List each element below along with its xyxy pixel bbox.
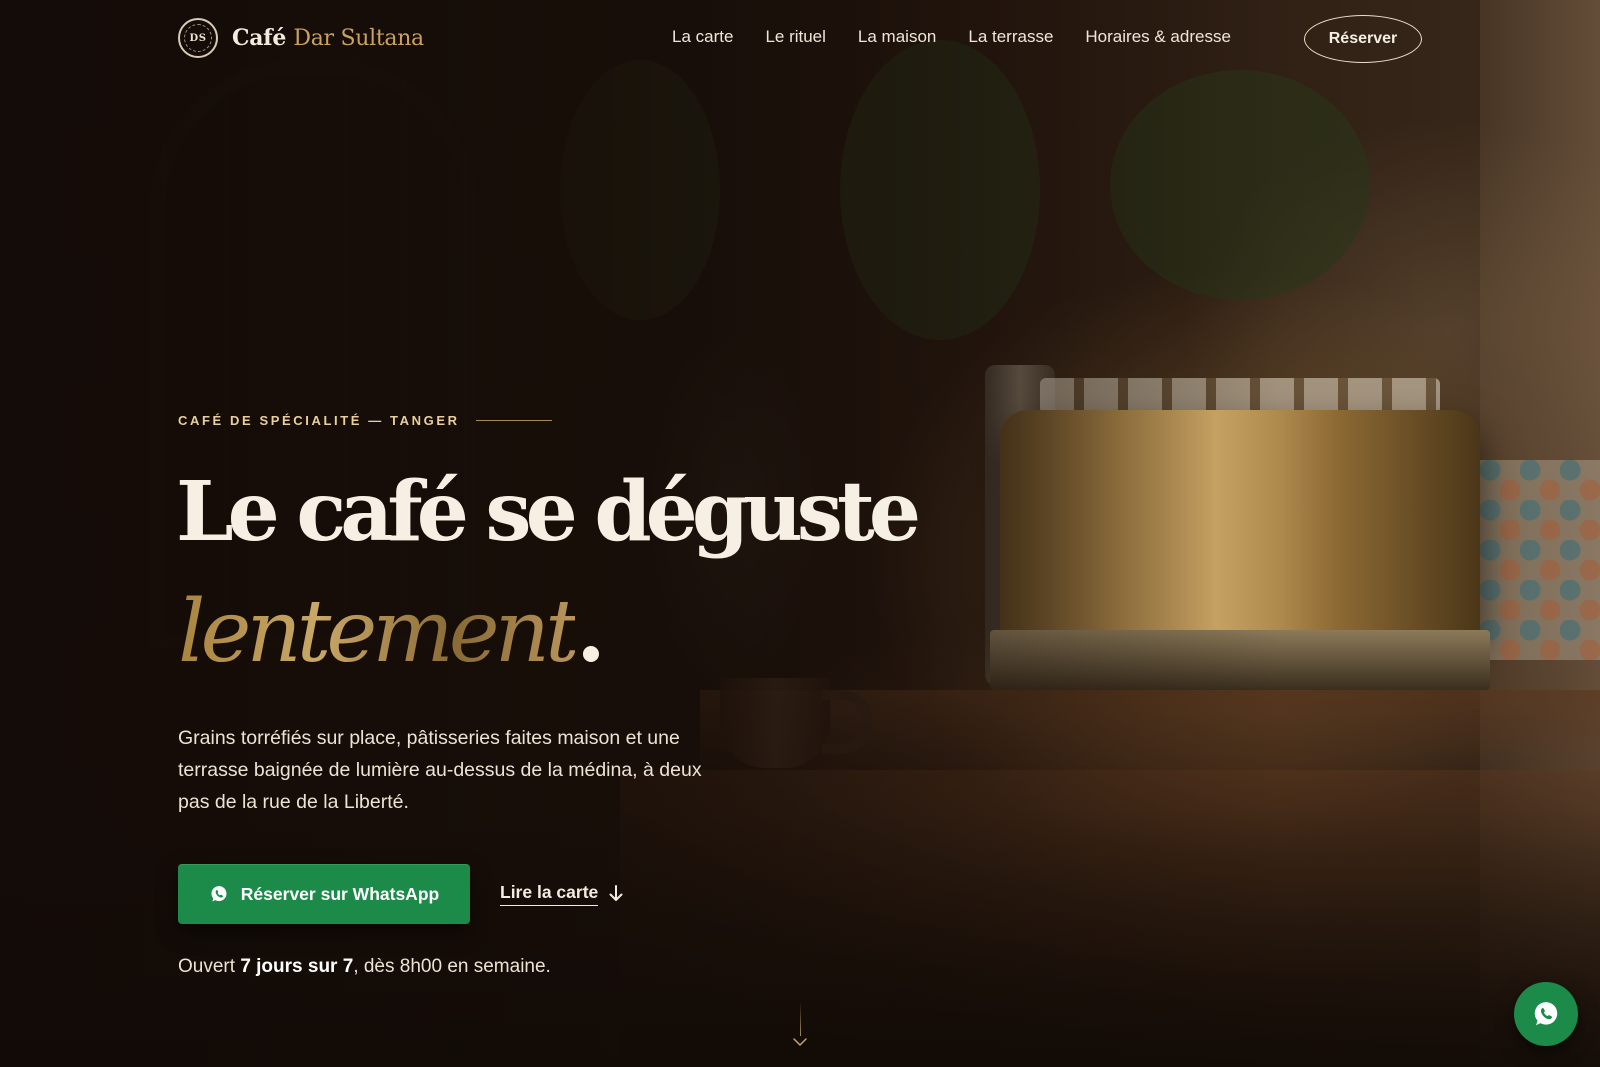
page: DS Café Dar Sultana La carte Le rituel L… bbox=[0, 0, 1600, 1067]
chevron-down-icon bbox=[793, 1038, 807, 1046]
hero-headline: Le café se déguste bbox=[176, 464, 921, 560]
read-menu-label: Lire la carte bbox=[500, 882, 599, 906]
site-header: DS Café Dar Sultana La carte Le rituel L… bbox=[0, 0, 1600, 80]
hours-prefix: Ouvert bbox=[178, 956, 241, 977]
nav-item-la-maison[interactable]: La maison bbox=[858, 27, 936, 47]
brand-name-first: Café bbox=[232, 25, 287, 51]
brand-name: Café Dar Sultana bbox=[232, 25, 424, 51]
logo-initials: DS bbox=[189, 32, 207, 44]
nav-item-le-rituel[interactable]: Le rituel bbox=[765, 27, 825, 47]
hours-suffix: , dès 8h00 en semaine. bbox=[353, 956, 551, 977]
brand-name-second: Dar Sultana bbox=[293, 26, 424, 51]
brand-link[interactable]: DS Café Dar Sultana bbox=[178, 18, 424, 58]
scroll-line bbox=[799, 1002, 801, 1036]
eyebrow: Café de spécialité — Tanger bbox=[178, 413, 552, 428]
seal-logo-icon: DS bbox=[178, 18, 218, 58]
hero-headline-dot: . bbox=[576, 581, 606, 682]
reserve-button[interactable]: Réserver bbox=[1304, 15, 1422, 63]
opening-hours: Ouvert 7 jours sur 7, dès 8h00 en semain… bbox=[178, 956, 551, 978]
scroll-indicator[interactable] bbox=[792, 1002, 808, 1054]
whatsapp-reserve-button[interactable]: Réserver sur WhatsApp bbox=[178, 864, 470, 924]
whatsapp-reserve-label: Réserver sur WhatsApp bbox=[240, 883, 440, 904]
nav-item-la-terrasse[interactable]: La terrasse bbox=[968, 27, 1053, 47]
cta-row: Réserver sur WhatsApp Lire la carte bbox=[178, 864, 624, 924]
nav-item-horaires-adresse[interactable]: Horaires & adresse bbox=[1085, 27, 1231, 47]
main-nav: La carte Le rituel La maison La terrasse… bbox=[672, 27, 1263, 47]
hero-headline-accent: lentement bbox=[178, 572, 580, 692]
arrow-down-icon bbox=[609, 885, 623, 901]
nav-item-la-carte[interactable]: La carte bbox=[672, 27, 733, 47]
floating-whatsapp-button[interactable] bbox=[1514, 982, 1578, 1046]
hours-days: 7 jours sur 7 bbox=[240, 956, 354, 977]
whatsapp-icon bbox=[1534, 1002, 1558, 1026]
eyebrow-divider bbox=[475, 420, 552, 421]
read-menu-link[interactable]: Lire la carte bbox=[500, 882, 624, 906]
whatsapp-icon bbox=[211, 886, 227, 902]
eyebrow-text: Café de spécialité — Tanger bbox=[178, 413, 460, 428]
hero-lead: Grains torréfiés sur place, pâtisseries … bbox=[178, 727, 702, 813]
